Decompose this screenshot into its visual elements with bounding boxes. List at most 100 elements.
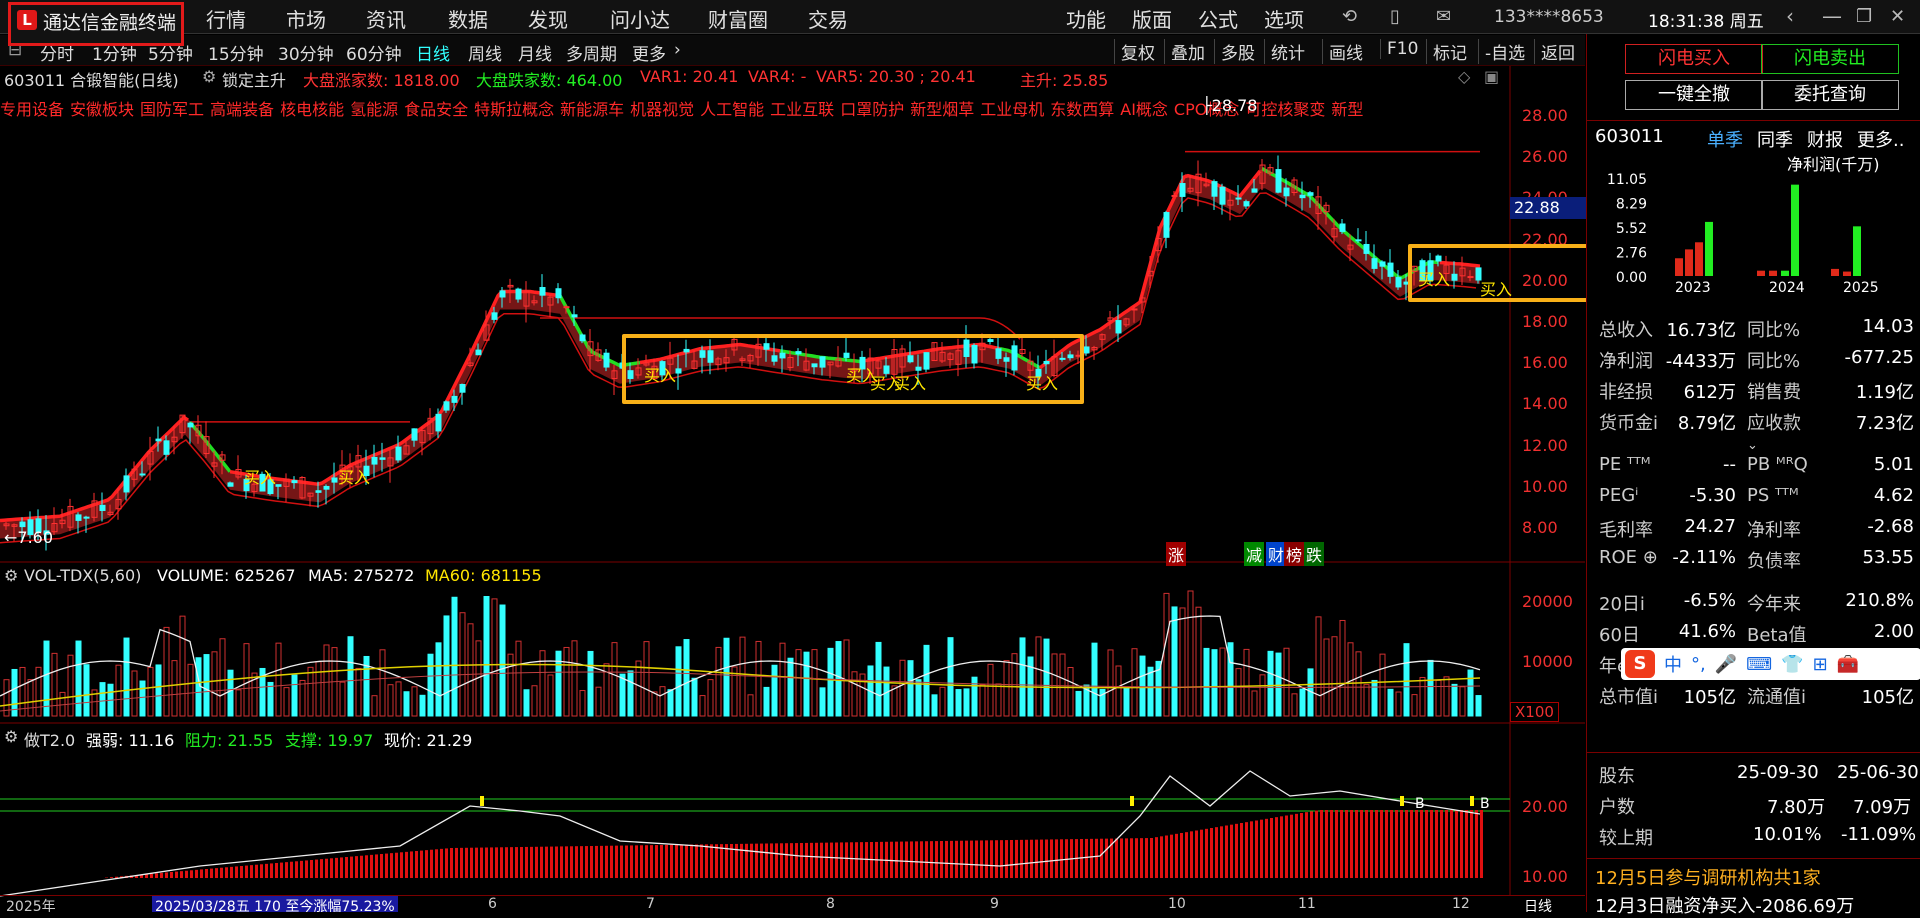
- ind-bar: [250, 865, 253, 878]
- menu-ask[interactable]: 问小达: [610, 4, 670, 33]
- menu-discover[interactable]: 发现: [528, 4, 568, 33]
- expand-icon[interactable]: ⌄: [1747, 438, 1758, 453]
- tf-60min[interactable]: 60分钟: [346, 40, 402, 65]
- tf-more[interactable]: 更多: [632, 40, 666, 65]
- ind-bar: [260, 864, 263, 878]
- btn-back[interactable]: 返回: [1534, 39, 1575, 64]
- volume-bar: [492, 599, 497, 716]
- ind-bar: [1460, 810, 1463, 878]
- candle-body: [492, 313, 497, 320]
- ime-chinese[interactable]: 中: [1664, 651, 1682, 677]
- order-query-button[interactable]: 委托查询: [1761, 80, 1899, 110]
- btn-adjust[interactable]: 复权: [1114, 39, 1155, 64]
- news-item[interactable]: 12月5日参与调研机构共1家: [1595, 864, 1821, 890]
- menu-formula[interactable]: 公式: [1198, 4, 1238, 33]
- flash-buy-button[interactable]: 闪电买入: [1625, 44, 1763, 74]
- mail-icon[interactable]: ✉: [1436, 6, 1451, 27]
- settings-icon[interactable]: ⚙: [4, 566, 18, 585]
- candle-body: [1116, 321, 1121, 333]
- ime-apps-icon[interactable]: ⊞: [1813, 654, 1828, 675]
- menu-market[interactable]: 市场: [286, 4, 326, 33]
- fin-value: -4433万: [1666, 347, 1736, 373]
- ime-keyboard-icon[interactable]: ⌨: [1746, 654, 1772, 675]
- menu-options[interactable]: 选项: [1264, 4, 1304, 33]
- fin-value: 5.01: [1874, 454, 1914, 475]
- btn-stats[interactable]: 统计: [1264, 39, 1305, 64]
- volume-bar: [700, 696, 705, 716]
- volume-bar: [1004, 661, 1009, 716]
- fin-label: 流通值i: [1747, 683, 1806, 709]
- ind-bar: [465, 848, 468, 878]
- back-icon[interactable]: ‹: [1786, 4, 1794, 28]
- news-item[interactable]: 12月3日融资净买入-2086.69万: [1595, 892, 1854, 918]
- refresh-icon[interactable]: ⟲: [1342, 6, 1357, 27]
- tf-30min[interactable]: 30分钟: [278, 40, 334, 65]
- menu-news[interactable]: 资讯: [366, 4, 406, 33]
- event-bang[interactable]: 榜: [1284, 542, 1304, 566]
- candle-body: [100, 505, 105, 510]
- account-label[interactable]: 133****8653: [1494, 7, 1604, 27]
- ime-voice-icon[interactable]: 🎤: [1715, 654, 1737, 675]
- sogou-icon[interactable]: S: [1625, 650, 1655, 678]
- event-cai[interactable]: 财: [1266, 542, 1286, 566]
- btn-draw[interactable]: 画线: [1322, 39, 1363, 64]
- ind-bar: [925, 841, 928, 878]
- event-jian[interactable]: 减: [1244, 542, 1264, 566]
- ind-bar: [415, 851, 418, 878]
- restore-icon[interactable]: ❐: [1856, 6, 1872, 27]
- btn-f10[interactable]: F10: [1380, 39, 1418, 59]
- ind-bar: [520, 847, 523, 878]
- tab-report[interactable]: 财报: [1807, 126, 1843, 152]
- ind-bar: [505, 847, 508, 878]
- ime-punct-icon[interactable]: °,: [1691, 654, 1706, 675]
- flash-sell-button[interactable]: 闪电卖出: [1761, 44, 1899, 74]
- fin-value: 105亿: [1684, 683, 1736, 709]
- tf-monthly[interactable]: 月线: [518, 40, 552, 65]
- settings-icon[interactable]: ⚙: [4, 727, 18, 746]
- menu-wealth[interactable]: 财富圈: [708, 4, 768, 33]
- tab-quarter[interactable]: 单季: [1707, 126, 1743, 152]
- menu-data[interactable]: 数据: [448, 4, 488, 33]
- ind-bar: [515, 847, 518, 878]
- tf-15min[interactable]: 15分钟: [208, 40, 264, 65]
- fin-value: 612万: [1684, 378, 1736, 404]
- menu-trade[interactable]: 交易: [808, 4, 848, 33]
- minimize-icon[interactable]: —: [1822, 4, 1842, 28]
- app-logo[interactable]: L通达信金融终端: [8, 2, 184, 46]
- month-11: 11: [1298, 896, 1316, 912]
- volume-bar: [412, 687, 417, 716]
- close-icon[interactable]: ✕: [1890, 6, 1905, 27]
- tf-daily[interactable]: 日线: [416, 40, 450, 65]
- time-range[interactable]: 2025/03/28五 170 至今涨幅75.23%: [152, 896, 398, 912]
- btn-multi-stock[interactable]: 多股: [1214, 39, 1255, 64]
- ime-toolbar[interactable]: S 中 °, 🎤 ⌨ 👕 ⊞ 🧰: [1621, 648, 1920, 680]
- menu-quotes[interactable]: 行情: [206, 4, 246, 33]
- volume-bar: [620, 674, 625, 716]
- kline-chart[interactable]: [0, 66, 1585, 912]
- btn-watchlist[interactable]: -自选: [1478, 39, 1525, 64]
- cancel-all-button[interactable]: 一键全撤: [1625, 80, 1763, 110]
- tf-multi[interactable]: 多周期: [566, 40, 617, 65]
- volume-bar: [396, 682, 401, 716]
- btn-mark[interactable]: 标记: [1426, 39, 1467, 64]
- ind-bar: [1240, 823, 1243, 878]
- menu-function[interactable]: 功能: [1066, 4, 1106, 33]
- event-die[interactable]: 跌: [1304, 542, 1324, 566]
- price-axis-label: 16.00: [1510, 353, 1585, 372]
- volume-bar: [284, 688, 289, 716]
- ind-resist: 阻力: 21.55: [185, 727, 273, 751]
- btn-overlay[interactable]: 叠加: [1164, 39, 1205, 64]
- ime-toolbox-icon[interactable]: 🧰: [1837, 654, 1859, 675]
- ime-skin-icon[interactable]: 👕: [1781, 654, 1803, 675]
- tf-weekly[interactable]: 周线: [468, 40, 502, 65]
- volume-bar: [836, 642, 841, 716]
- event-zhang[interactable]: 涨: [1166, 542, 1186, 566]
- ind-bar: [440, 849, 443, 878]
- ind-bar: [255, 865, 258, 878]
- tab-same-quarter[interactable]: 同季: [1757, 126, 1793, 152]
- phone-icon[interactable]: ▯: [1390, 6, 1400, 27]
- ind-bar: [1045, 840, 1048, 879]
- menu-layout[interactable]: 版面: [1132, 4, 1172, 33]
- chevron-right-icon[interactable]: ›: [674, 40, 681, 60]
- tab-more[interactable]: 更多..: [1857, 126, 1904, 152]
